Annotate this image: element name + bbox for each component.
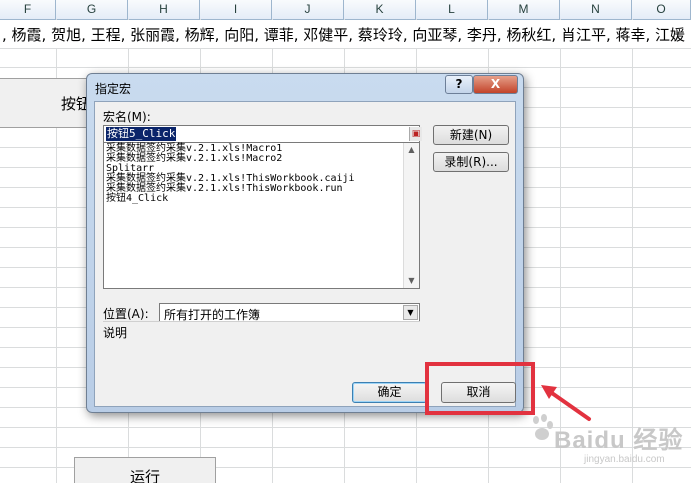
list-scrollbar[interactable]: ▲ ▼ xyxy=(403,143,419,288)
watermark-text: Baidu 经验 xyxy=(554,427,684,454)
chevron-down-icon[interactable]: ▼ xyxy=(403,305,418,320)
column-header-k[interactable]: K xyxy=(344,0,416,19)
highlight-rectangle xyxy=(425,362,535,415)
column-header-h[interactable]: H xyxy=(128,0,200,19)
column-header-j[interactable]: J xyxy=(272,0,344,19)
macro-name-value: 按钮5_Click xyxy=(106,127,177,141)
column-header-l[interactable]: L xyxy=(416,0,488,19)
ok-button[interactable]: 确定 xyxy=(352,382,427,403)
baidu-watermark: Baidu 经验 jingyan.baidu.com xyxy=(530,408,690,478)
dialog-titlebar[interactable]: 指定宏 ? X xyxy=(87,74,523,100)
watermark-url: jingyan.baidu.com xyxy=(584,454,665,465)
scroll-down-icon[interactable]: ▼ xyxy=(404,274,419,288)
sheet-button-anniu[interactable]: 按钮 xyxy=(0,78,98,128)
column-header-bar: F G H I J K L M N O xyxy=(0,0,691,20)
sheet-button-run[interactable]: 运行 xyxy=(74,457,216,483)
macro-name-label: 宏名(M): xyxy=(103,110,151,124)
column-header-n[interactable]: N xyxy=(560,0,632,19)
paw-logo-icon xyxy=(533,414,553,440)
help-button[interactable]: ? xyxy=(445,75,473,94)
column-header-g[interactable]: G xyxy=(56,0,128,19)
dialog-title: 指定宏 xyxy=(95,82,132,96)
macro-list-items: 采集数据签约采集v.2.1.xls!Macro1 采集数据签约采集v.2.1.x… xyxy=(106,144,406,204)
record-macro-button[interactable]: 录制(R)... xyxy=(433,152,509,172)
description-label: 说明 xyxy=(103,326,128,340)
column-header-m[interactable]: M xyxy=(488,0,560,19)
new-macro-button[interactable]: 新建(N) xyxy=(433,125,509,145)
close-button[interactable]: X xyxy=(473,75,518,94)
column-header-o[interactable]: O xyxy=(632,0,691,19)
location-label: 位置(A): xyxy=(103,307,149,321)
names-cell-text: , 杨霞, 贺旭, 王程, 张丽霞, 杨辉, 向阳, 谭菲, 邓健平, 蔡玲玲,… xyxy=(2,26,686,44)
list-item[interactable]: 按钮4_Click xyxy=(106,194,406,204)
macro-name-input[interactable]: 按钮5_Click ▣ xyxy=(103,125,422,143)
scroll-up-icon[interactable]: ▲ xyxy=(404,143,419,157)
column-header-i[interactable]: I xyxy=(200,0,272,19)
description-divider xyxy=(103,321,420,322)
macro-listbox[interactable]: 采集数据签约采集v.2.1.xls!Macro1 采集数据签约采集v.2.1.x… xyxy=(103,143,420,289)
location-select[interactable]: 所有打开的工作簿 ▼ xyxy=(159,303,420,322)
collapse-dialog-icon[interactable]: ▣ xyxy=(409,127,422,141)
row-1-cells[interactable]: , 杨霞, 贺旭, 王程, 张丽霞, 杨辉, 向阳, 谭菲, 邓健平, 蔡玲玲,… xyxy=(0,20,691,49)
column-header-f[interactable]: F xyxy=(0,0,56,19)
